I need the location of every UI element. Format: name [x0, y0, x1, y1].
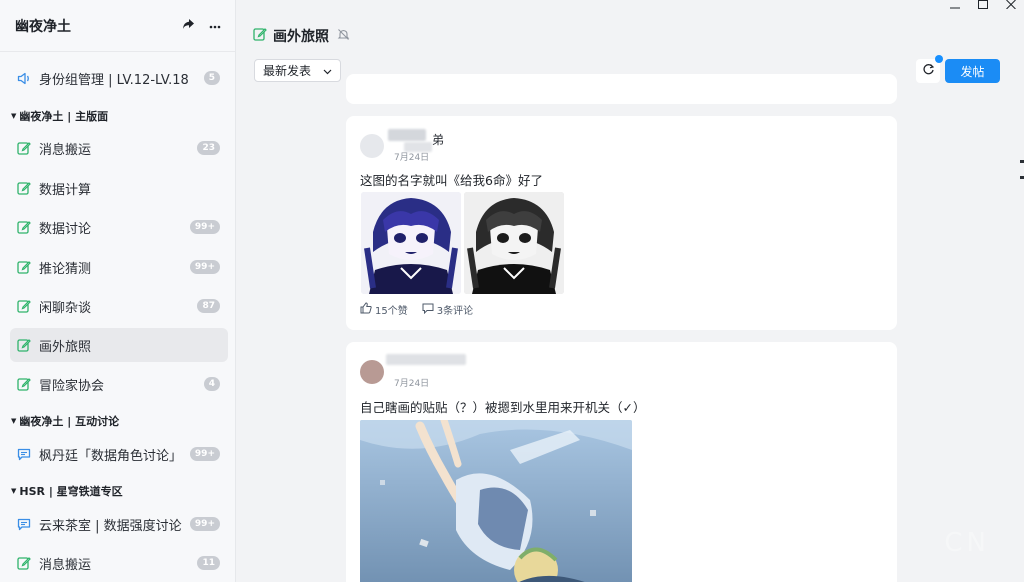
caret-down-icon: ▼: [11, 417, 17, 425]
channel-item-speculation[interactable]: 推论猜测 99+: [10, 250, 228, 284]
edit-icon: [16, 219, 32, 235]
unread-badge: 4: [203, 377, 220, 391]
channel-item-fontaine[interactable]: 枫丹廷「数据角色讨论」 99+: [10, 437, 228, 471]
channel-item-news[interactable]: 消息搬运 23: [10, 131, 228, 165]
channel-label: 画外旅照: [39, 339, 92, 355]
channel-label: 闲聊杂谈: [39, 300, 92, 316]
unread-badge: 5: [203, 71, 220, 85]
refresh-button[interactable]: [916, 55, 943, 83]
post-card[interactable]: 弟 7月24日 这图的名字就叫《给我6命》好了 15个赞 3条评论: [346, 116, 897, 330]
channel-label: 冒险家协会: [39, 378, 105, 394]
comment-count: 3条评论: [436, 306, 474, 317]
channel-item-tea-room[interactable]: 云来茶室 | 数据强度讨论 99+: [10, 507, 228, 541]
group-label: 幽夜净土 | 主版面: [19, 110, 109, 123]
more-icon[interactable]: [209, 18, 221, 33]
new-posts-dot: [935, 55, 943, 63]
channel-label: 云来茶室 | 数据强度讨论: [39, 518, 182, 534]
channel-label: 推论猜测: [39, 261, 92, 277]
post-date: 7月24日: [394, 153, 430, 163]
edit-icon: [16, 376, 32, 392]
server-name[interactable]: 幽夜净土: [15, 16, 71, 36]
blurred-username: [388, 129, 426, 141]
channel-item-data-calc[interactable]: 数据计算: [10, 171, 228, 205]
unread-badge: 99+: [189, 260, 220, 274]
channel-label: 身份组管理 | LV.12-LV.18: [39, 72, 189, 88]
main-panel: 画外旅照 最新发表 发帖 弟 7月24日 这图的名字就叫《给我6命》好了 15个…: [236, 0, 1024, 582]
minimize-icon[interactable]: [950, 0, 960, 13]
edit-icon: [16, 259, 32, 275]
unread-badge: 23: [197, 141, 220, 155]
like-button[interactable]: 15个赞: [360, 302, 408, 317]
unread-badge: 99+: [189, 220, 220, 234]
avatar[interactable]: [360, 134, 384, 158]
server-header: 幽夜净土: [0, 0, 235, 52]
watermark: CN: [944, 528, 990, 558]
group-label: 幽夜净土 | 互动讨论: [19, 415, 120, 428]
edge-artifact: [1020, 176, 1024, 179]
comment-button[interactable]: 3条评论: [422, 302, 473, 317]
chat-icon: [16, 446, 32, 462]
caret-down-icon: ▼: [11, 112, 17, 120]
post-image[interactable]: [360, 420, 632, 582]
channel-item-travel-photos[interactable]: 画外旅照: [10, 328, 228, 362]
refresh-icon: [922, 63, 935, 80]
channel-item-hsr-news[interactable]: 消息搬运 11: [10, 546, 228, 580]
group-label: HSR | 星穹铁道专区: [19, 485, 123, 498]
chevron-down-icon: [323, 64, 332, 78]
share-icon[interactable]: [182, 18, 195, 34]
thumbs-up-icon: [360, 302, 372, 317]
post-reactions: 15个赞 3条评论: [360, 302, 473, 317]
edit-icon: [16, 180, 32, 196]
channel-label: 消息搬运: [39, 557, 92, 573]
close-icon[interactable]: [1006, 0, 1016, 13]
sort-label: 最新发表: [263, 64, 312, 78]
new-post-button[interactable]: 发帖: [945, 59, 1000, 83]
edit-icon: [16, 555, 32, 571]
post-text: 自己瞎画的贴贴（？）被摁到水里用来开机关（✓）: [360, 400, 646, 415]
author-name[interactable]: 弟: [432, 131, 444, 148]
channel-label: 枫丹廷「数据角色讨论」: [39, 448, 183, 464]
unread-badge: 99+: [189, 517, 220, 531]
post-card-previous[interactable]: [346, 74, 897, 104]
channel-item-adventurers-guild[interactable]: 冒险家协会 4: [10, 367, 228, 401]
comment-icon: [422, 303, 434, 317]
unread-badge: 99+: [189, 447, 220, 461]
channel-item-role-management[interactable]: 身份组管理 | LV.12-LV.18 5: [10, 61, 228, 95]
blurred-username: [386, 354, 466, 365]
bell-muted-icon[interactable]: [337, 28, 350, 45]
group-interactive[interactable]: ▼ 幽夜净土 | 互动讨论: [11, 413, 119, 429]
page-title: 画外旅照: [273, 29, 329, 45]
caret-down-icon: ▼: [11, 487, 17, 495]
channel-item-chat[interactable]: 闲聊杂谈 87: [10, 289, 228, 323]
channel-label: 数据计算: [39, 182, 92, 198]
edit-icon: [16, 337, 32, 353]
maximize-icon[interactable]: [978, 0, 988, 13]
sidebar: 幽夜净土 身份组管理 | LV.12-LV.18 5 ▼ 幽夜净土 | 主版面 …: [0, 0, 236, 582]
post-date: 7月24日: [394, 379, 430, 389]
unread-badge: 87: [197, 299, 220, 313]
edge-artifact: [1020, 160, 1024, 163]
post-image-colored[interactable]: [361, 192, 461, 294]
like-count: 15个赞: [375, 306, 408, 317]
sort-dropdown[interactable]: 最新发表: [254, 59, 341, 82]
post-image-grayscale[interactable]: [464, 192, 564, 294]
chat-icon: [16, 516, 32, 532]
group-main-board[interactable]: ▼ 幽夜净土 | 主版面: [11, 108, 108, 124]
edit-icon: [253, 27, 267, 45]
avatar[interactable]: [360, 360, 384, 384]
channel-label: 数据讨论: [39, 221, 92, 237]
channel-label: 消息搬运: [39, 142, 92, 158]
channel-titlebar: 画外旅照: [236, 0, 1024, 52]
group-hsr[interactable]: ▼ HSR | 星穹铁道专区: [11, 483, 123, 499]
post-card[interactable]: 7月24日 自己瞎画的贴贴（？）被摁到水里用来开机关（✓）: [346, 342, 897, 582]
post-text: 这图的名字就叫《给我6命》好了: [360, 173, 543, 188]
edit-icon: [16, 140, 32, 156]
speaker-icon: [16, 70, 32, 86]
edit-icon: [16, 298, 32, 314]
unread-badge: 11: [197, 556, 220, 570]
channel-item-data-discussion[interactable]: 数据讨论 99+: [10, 210, 228, 244]
